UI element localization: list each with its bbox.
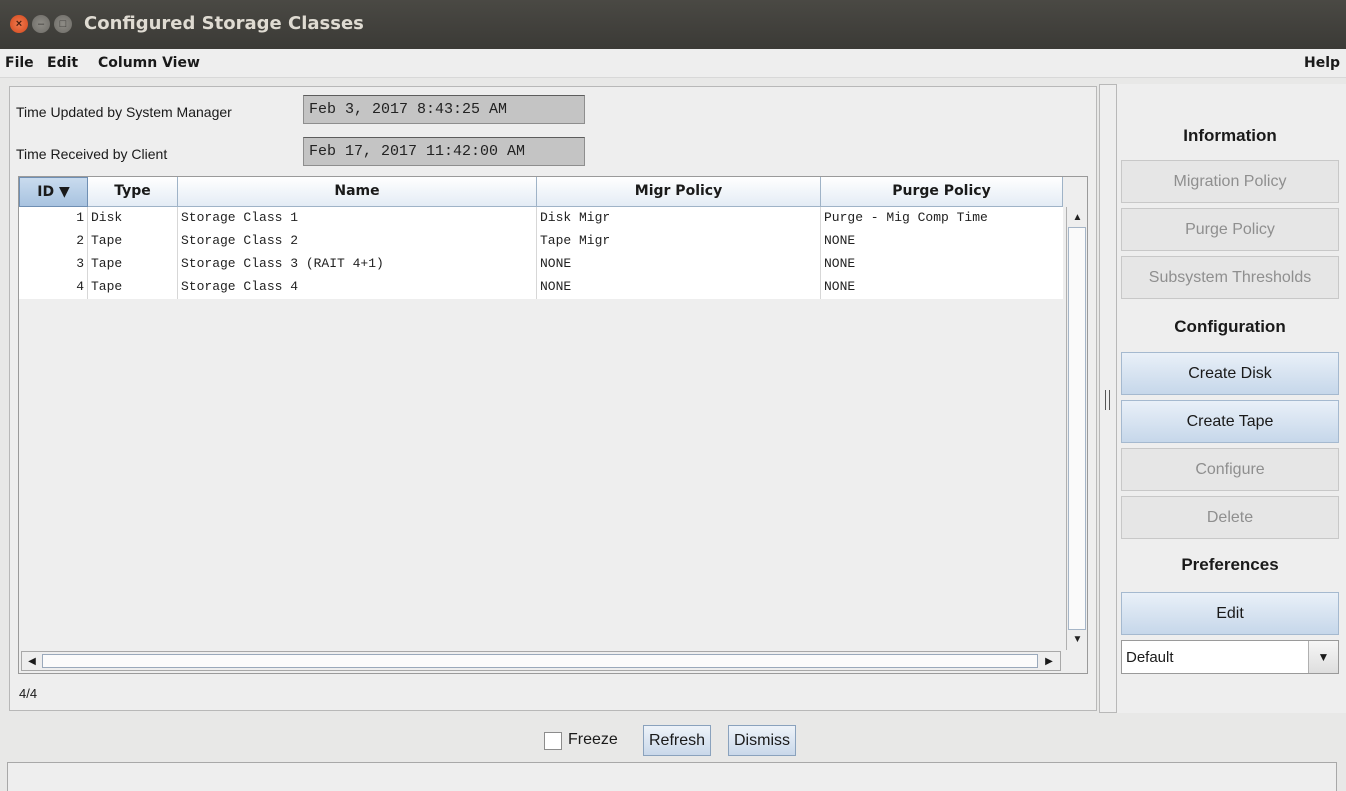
time-updated-label: Time Updated by System Manager xyxy=(16,104,232,120)
horizontal-scrollbar-thumb[interactable] xyxy=(42,654,1038,668)
cell-type: Disk xyxy=(88,207,178,230)
cell-migr-policy: Disk Migr xyxy=(537,207,821,230)
menu-help[interactable]: Help xyxy=(1304,55,1340,71)
cell-name: Storage Class 3 (RAIT 4+1) xyxy=(178,253,537,276)
subsystem-thresholds-button[interactable]: Subsystem Thresholds xyxy=(1121,256,1339,299)
table-row[interactable]: 3 Tape Storage Class 3 (RAIT 4+1) NONE N… xyxy=(19,253,1063,276)
cell-id: 2 xyxy=(19,230,88,253)
minimize-icon[interactable]: – xyxy=(32,15,50,33)
main-panel: Time Updated by System Manager Feb 3, 20… xyxy=(9,86,1097,711)
cell-name: Storage Class 1 xyxy=(178,207,537,230)
cell-purge-policy: NONE xyxy=(824,279,856,294)
column-header-id[interactable]: ID ▼ xyxy=(19,177,88,207)
preferences-select-value: Default xyxy=(1126,649,1174,666)
menu-file[interactable]: File xyxy=(5,55,34,71)
arrow-up-icon[interactable]: ▲ xyxy=(1069,209,1086,226)
status-bar xyxy=(7,762,1337,791)
menu-column-view[interactable]: Column View xyxy=(98,55,200,71)
refresh-button[interactable]: Refresh xyxy=(643,725,712,756)
configure-button[interactable]: Configure xyxy=(1121,448,1339,491)
menu-bar: File Edit Column View Help xyxy=(0,49,1346,78)
storage-classes-table: ID ▼ Type Name Migr Policy Purge Policy … xyxy=(18,176,1088,674)
divider-grip-icon[interactable] xyxy=(1105,390,1110,410)
horizontal-scrollbar[interactable]: ◀ ▶ xyxy=(21,651,1061,671)
time-received-field: Feb 17, 2017 11:42:00 AM xyxy=(303,137,585,166)
cell-type: Tape xyxy=(88,230,178,253)
table-body: 1 Disk Storage Class 1 Disk Migr Purge -… xyxy=(19,207,1063,299)
vertical-scrollbar-thumb[interactable] xyxy=(1068,227,1086,630)
arrow-down-icon[interactable]: ▼ xyxy=(1069,631,1086,648)
section-information: Information xyxy=(1183,126,1277,145)
time-updated-field: Feb 3, 2017 8:43:25 AM xyxy=(303,95,585,124)
freeze-label[interactable]: Freeze xyxy=(568,731,618,749)
column-header-purge-policy[interactable]: Purge Policy xyxy=(821,177,1063,207)
action-sidebar: Information Migration Policy Purge Polic… xyxy=(1117,84,1346,713)
dismiss-button[interactable]: Dismiss xyxy=(728,725,796,756)
menu-edit[interactable]: Edit xyxy=(47,55,78,71)
table-header: ID ▼ Type Name Migr Policy Purge Policy xyxy=(19,177,1063,207)
table-row[interactable]: 4 Tape Storage Class 4 NONE NONE xyxy=(19,276,1063,299)
edit-preferences-button[interactable]: Edit xyxy=(1121,592,1339,635)
cell-type: Tape xyxy=(88,276,178,299)
row-count: 4/4 xyxy=(19,686,38,701)
cell-id: 4 xyxy=(19,276,88,299)
preferences-select[interactable]: Default ▼ xyxy=(1121,640,1339,674)
cell-migr-policy: NONE xyxy=(537,276,821,299)
vertical-scrollbar[interactable]: ▲ ▼ xyxy=(1066,207,1087,650)
migration-policy-button[interactable]: Migration Policy xyxy=(1121,160,1339,203)
time-received-label: Time Received by Client xyxy=(16,146,168,162)
arrow-left-icon[interactable]: ◀ xyxy=(23,653,41,669)
cell-migr-policy: Tape Migr xyxy=(537,230,821,253)
bottom-bar: Freeze Refresh Dismiss xyxy=(0,720,1346,760)
maximize-icon[interactable]: □ xyxy=(54,15,72,33)
table-row[interactable]: 2 Tape Storage Class 2 Tape Migr NONE xyxy=(19,230,1063,253)
delete-button[interactable]: Delete xyxy=(1121,496,1339,539)
column-header-name[interactable]: Name xyxy=(178,177,537,207)
close-icon[interactable]: × xyxy=(10,15,28,33)
window-title: Configured Storage Classes xyxy=(84,13,364,34)
section-configuration: Configuration xyxy=(1174,317,1286,336)
split-pane-divider[interactable] xyxy=(1099,84,1117,713)
column-header-type[interactable]: Type xyxy=(88,177,178,207)
cell-name: Storage Class 2 xyxy=(178,230,537,253)
column-header-migr-policy[interactable]: Migr Policy xyxy=(537,177,821,207)
cell-migr-policy: NONE xyxy=(537,253,821,276)
window-titlebar[interactable]: × – □ Configured Storage Classes xyxy=(0,0,1346,49)
purge-policy-button[interactable]: Purge Policy xyxy=(1121,208,1339,251)
create-disk-button[interactable]: Create Disk xyxy=(1121,352,1339,395)
table-row[interactable]: 1 Disk Storage Class 1 Disk Migr Purge -… xyxy=(19,207,1063,230)
create-tape-button[interactable]: Create Tape xyxy=(1121,400,1339,443)
cell-purge-policy: NONE xyxy=(824,256,856,271)
cell-purge-policy: Purge - Mig Comp Time xyxy=(824,210,988,225)
cell-id: 3 xyxy=(19,253,88,276)
arrow-right-icon[interactable]: ▶ xyxy=(1040,653,1058,669)
cell-type: Tape xyxy=(88,253,178,276)
cell-id: 1 xyxy=(19,207,88,230)
chevron-down-icon[interactable]: ▼ xyxy=(1308,641,1338,673)
freeze-checkbox[interactable] xyxy=(544,732,562,750)
section-preferences: Preferences xyxy=(1181,555,1279,574)
cell-purge-policy: NONE xyxy=(824,233,856,248)
cell-name: Storage Class 4 xyxy=(178,276,537,299)
